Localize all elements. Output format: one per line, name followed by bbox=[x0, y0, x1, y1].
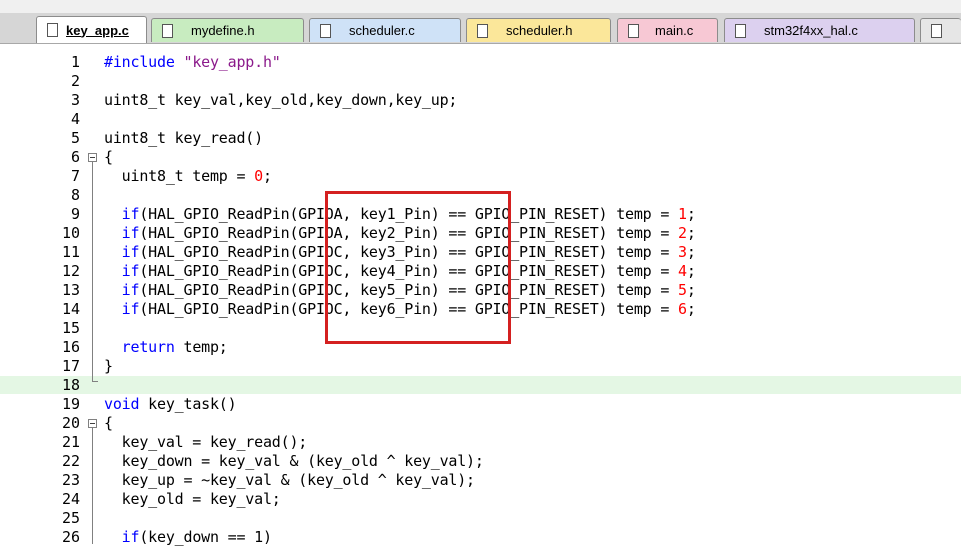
file-icon bbox=[735, 23, 746, 38]
code-line: 23 key_up = ~key_val & (key_old ^ key_va… bbox=[61, 471, 475, 489]
fold-line bbox=[92, 162, 93, 381]
file-icon bbox=[47, 23, 58, 37]
tab-scheduler-c[interactable]: scheduler.c bbox=[309, 18, 461, 42]
code-line: 2 bbox=[70, 72, 80, 90]
code-line: 3 uint8_t key_val,key_old,key_down,key_u… bbox=[70, 91, 458, 109]
code-line: 7 uint8_t temp = 0; bbox=[70, 167, 272, 185]
code-line: 20 { bbox=[61, 414, 113, 432]
fold-end-marker bbox=[92, 381, 98, 382]
tab-stm32f4xx-hal-c[interactable]: stm32f4xx_hal.c bbox=[724, 18, 915, 42]
code-editor[interactable]: 1 #include "key_app.h" 2 3 uint8_t key_v… bbox=[0, 44, 961, 546]
toolbar-strip bbox=[0, 0, 961, 14]
file-icon bbox=[162, 23, 173, 38]
tab-scheduler-h[interactable]: scheduler.h bbox=[466, 18, 611, 42]
code-line: 5 uint8_t key_read() bbox=[70, 129, 263, 147]
code-line: 19 void key_task() bbox=[61, 395, 237, 413]
tab-more[interactable] bbox=[920, 18, 961, 42]
preprocessor-directive: #include bbox=[104, 53, 175, 71]
code-line: 22 key_down = key_val & (key_old ^ key_v… bbox=[61, 452, 484, 470]
tab-main-c[interactable]: main.c bbox=[617, 18, 718, 42]
code-line: 1 #include "key_app.h" bbox=[70, 53, 281, 71]
code-line: 4 bbox=[70, 110, 80, 128]
file-icon bbox=[931, 23, 942, 38]
code-line: 26 if(key_down == 1) bbox=[61, 528, 272, 546]
tab-key-app-c[interactable]: key_app.c bbox=[36, 16, 147, 43]
code-line: 6 { bbox=[70, 148, 113, 166]
file-icon bbox=[477, 23, 488, 38]
code-line: 24 key_old = key_val; bbox=[61, 490, 281, 508]
file-icon bbox=[320, 23, 331, 38]
tab-mydefine-h[interactable]: mydefine.h bbox=[151, 18, 304, 42]
code-line: 17 } bbox=[61, 357, 113, 375]
fold-line bbox=[92, 428, 93, 544]
include-string: "key_app.h" bbox=[174, 53, 281, 71]
fold-collapse-icon[interactable] bbox=[88, 419, 97, 428]
fold-collapse-icon[interactable] bbox=[88, 153, 97, 162]
code-line: 25 bbox=[61, 509, 80, 527]
file-tab-bar: key_app.c mydefine.h scheduler.c schedul… bbox=[0, 13, 961, 44]
code-line: 21 key_val = key_read(); bbox=[61, 433, 308, 451]
current-line-highlight: 18 bbox=[0, 376, 961, 394]
file-icon bbox=[628, 23, 639, 38]
annotation-highlight-box bbox=[325, 191, 511, 344]
